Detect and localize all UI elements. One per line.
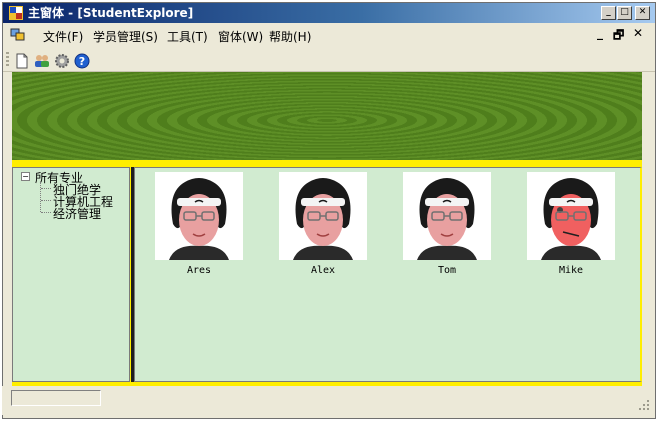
menu-tools[interactable]: 工具(T) [167,28,208,45]
tree-connector [41,188,51,189]
new-document-icon[interactable] [13,52,31,70]
tree-node-economic-management[interactable]: 经济管理 [53,205,101,222]
minimize-button[interactable]: _ [601,6,616,20]
student-name[interactable]: Alex [279,265,367,276]
student-list-view[interactable]: Ares Alex Tom Mike [134,167,642,382]
major-tree-panel[interactable]: − 所有专业 独门绝学 计算机工程 经济管理 [12,167,130,382]
student-name[interactable]: Tom [403,265,491,276]
status-bar [2,386,654,415]
mdi-child-icon[interactable] [10,28,26,42]
student-card[interactable]: Alex [279,172,367,276]
resize-grip-icon[interactable] [638,399,650,411]
student-name[interactable]: Mike [527,265,615,276]
app-icon [9,6,23,20]
banner-divider [12,160,642,167]
title-bar[interactable]: 主窗体 - [StudentExplore] _ □ ✕ [3,3,655,23]
menu-window[interactable]: 窗体(W) [218,28,263,45]
mdi-close-button[interactable]: ✕ [633,26,643,40]
svg-text:?: ? [79,55,85,68]
close-button[interactable]: ✕ [635,6,650,20]
banner [12,72,642,160]
tree-connector [41,212,51,213]
mdi-restore-button[interactable]: 🗗 [613,26,624,47]
tree-collapse-toggle[interactable]: − [21,172,30,181]
avatar [169,178,229,260]
student-photo[interactable] [527,172,615,260]
avatar [417,178,477,260]
menu-student-management[interactable]: 学员管理(S) [93,28,158,45]
users-icon[interactable] [33,52,51,70]
status-panel [11,390,101,406]
student-card[interactable]: Tom [403,172,491,276]
help-icon[interactable]: ? [73,52,91,70]
student-card[interactable]: Ares [155,172,243,276]
menu-file[interactable]: 文件(F) [43,28,83,45]
toolbar-grip[interactable] [6,52,9,68]
tree-connector [41,200,51,201]
avatar [293,178,353,260]
menu-bar: 文件(F) 学员管理(S) 工具(T) 窗体(W) 帮助(H) _ 🗗 ✕ [3,24,655,46]
toolbar: ? [3,48,655,72]
student-photo[interactable] [403,172,491,260]
student-name[interactable]: Ares [155,265,243,276]
menu-help[interactable]: 帮助(H) [269,28,311,45]
window-title: 主窗体 - [StudentExplore] [28,6,194,20]
student-photo[interactable] [155,172,243,260]
gear-icon[interactable] [53,52,71,70]
student-card[interactable]: Mike [527,172,615,276]
avatar [541,178,601,260]
mdi-minimize-button[interactable]: _ [597,26,603,40]
maximize-button[interactable]: □ [617,6,632,20]
tree-connector [40,182,41,212]
student-photo[interactable] [279,172,367,260]
